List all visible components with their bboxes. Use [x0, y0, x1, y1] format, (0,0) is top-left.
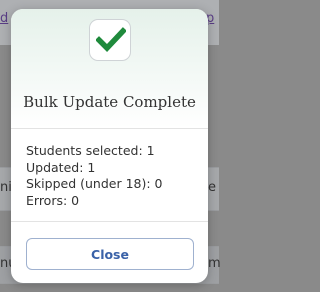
dialog-divider: [11, 221, 208, 222]
updated-count: Updated: 1: [26, 159, 96, 175]
dialog-header: Bulk Update Complete: [11, 9, 208, 129]
success-icon-box: [89, 19, 131, 61]
background-cell-partial: e: [208, 180, 216, 195]
bulk-update-dialog: Bulk Update Complete Students selected: …: [11, 9, 208, 283]
students-selected-count: Students selected: 1: [26, 143, 155, 158]
background-cell-partial: m: [208, 256, 221, 271]
check-icon: [96, 27, 126, 52]
background-link-partial: d: [0, 11, 9, 26]
update-summary: Students selected: 1 Updated: 1 Skipped …: [26, 143, 163, 209]
dialog-title: Bulk Update Complete: [23, 93, 196, 111]
skipped-count: Skipped (under 18): 0: [26, 176, 163, 191]
errors-count: Errors: 0: [26, 192, 80, 208]
close-button[interactable]: Close: [26, 238, 194, 270]
